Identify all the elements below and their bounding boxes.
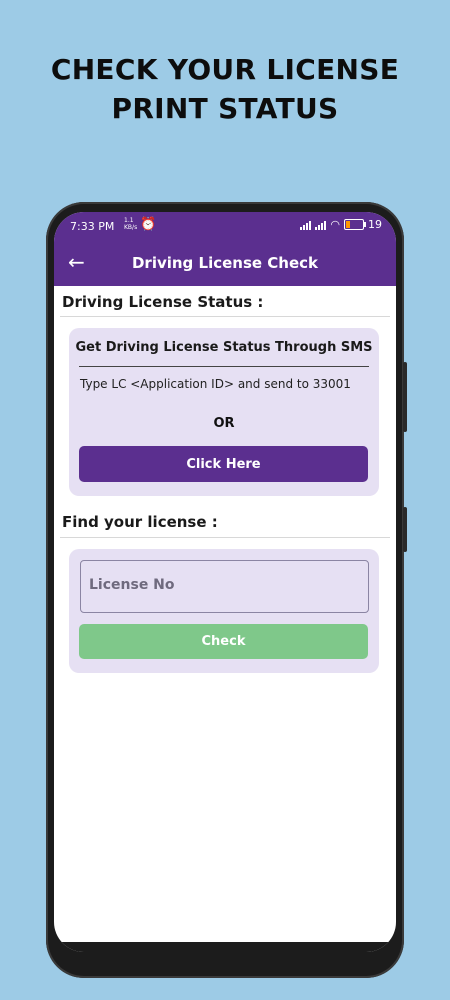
status-section-divider: [60, 316, 390, 317]
check-button[interactable]: Check: [79, 624, 368, 659]
find-section-divider: [60, 537, 390, 538]
alarm-off-icon: ⏰: [140, 217, 157, 232]
navigation-bar: [54, 942, 396, 952]
promo-headline: CHECK YOUR LICENSE PRINT STATUS: [0, 50, 450, 128]
sms-card-heading: Get Driving License Status Through SMS: [75, 340, 373, 355]
battery-level: 19: [368, 218, 382, 231]
phone-screen: 7:33 PM 1.1 KB/s ⏰ ◠ 19 ← Driving Licens…: [54, 212, 396, 952]
sms-card-divider: [79, 366, 369, 367]
sms-status-card: Get Driving License Status Through SMS T…: [69, 328, 379, 496]
find-section-title: Find your license :: [62, 513, 218, 531]
signal-icon-2: [315, 219, 327, 230]
battery-icon: [344, 219, 366, 230]
phone-volume-button: [403, 362, 407, 432]
phone-power-button: [403, 507, 407, 552]
license-no-input[interactable]: License No: [80, 560, 369, 613]
promo-headline-line1: CHECK YOUR LICENSE: [50, 53, 400, 86]
network-rate: 1.1 KB/s: [124, 217, 137, 231]
promo-headline-line2: PRINT STATUS: [111, 92, 339, 125]
network-rate-value: 1.1: [124, 217, 134, 224]
click-here-button[interactable]: Click Here: [79, 446, 368, 482]
sms-instruction: Type LC <Application ID> and send to 330…: [80, 377, 351, 391]
app-bar: ← Driving License Check: [54, 242, 396, 286]
or-label: OR: [213, 416, 235, 431]
status-bar: 7:33 PM 1.1 KB/s ⏰ ◠ 19: [54, 212, 396, 242]
find-license-card: License No Check: [69, 549, 379, 673]
wifi-icon: ◠: [330, 218, 340, 231]
status-time: 7:33 PM: [70, 220, 115, 233]
phone-frame: 7:33 PM 1.1 KB/s ⏰ ◠ 19 ← Driving Licens…: [46, 202, 407, 978]
network-rate-unit: KB/s: [124, 224, 138, 231]
license-no-placeholder: License No: [89, 577, 175, 593]
signal-icon: [300, 219, 312, 230]
status-section-title: Driving License Status :: [62, 293, 264, 311]
status-icons: ◠ 19: [300, 218, 382, 231]
app-bar-title: Driving License Check: [131, 254, 319, 272]
